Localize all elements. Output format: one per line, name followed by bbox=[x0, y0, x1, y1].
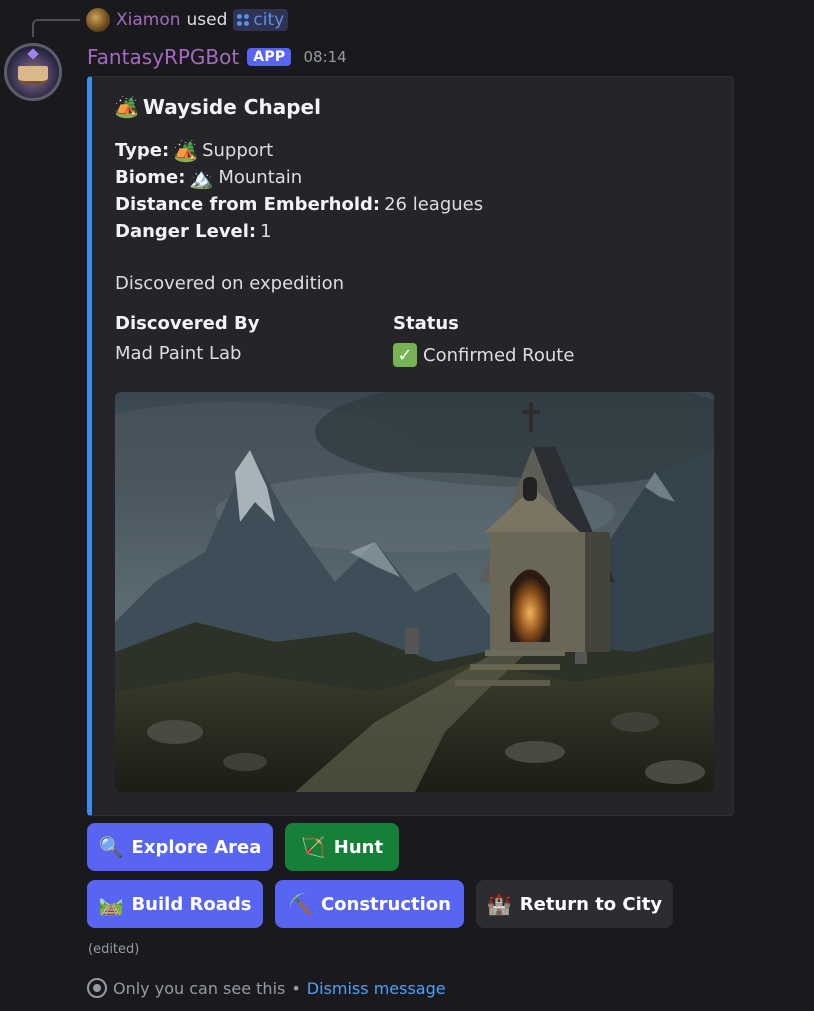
field-value: 26 leagues bbox=[384, 194, 484, 215]
field-value: Support bbox=[202, 140, 274, 161]
field-discovered-by: Discovered By Mad Paint Lab bbox=[115, 313, 260, 364]
location-image[interactable] bbox=[115, 392, 714, 792]
bot-name[interactable]: FantasyRPGBot bbox=[87, 45, 239, 69]
camping-icon: 🏕️ bbox=[114, 95, 139, 119]
field-name: Status bbox=[393, 313, 459, 334]
reply-used-text: used bbox=[186, 10, 228, 30]
build-roads-button[interactable]: 🛤️ Build Roads bbox=[87, 880, 263, 928]
bow-and-arrow-icon: 🏹 bbox=[300, 835, 326, 859]
command-name: city bbox=[253, 10, 285, 30]
explore-area-button[interactable]: 🔍 Explore Area bbox=[87, 823, 273, 871]
status-text: Confirmed Route bbox=[423, 344, 575, 366]
avatar-book bbox=[18, 66, 48, 84]
dismiss-message-link[interactable]: Dismiss message bbox=[307, 979, 446, 998]
camping-icon: 🏕️ bbox=[173, 138, 199, 163]
field-name: Discovered By bbox=[115, 313, 260, 334]
location-embed: 🏕️ Wayside Chapel Type: 🏕️ Support Biome… bbox=[87, 76, 734, 816]
embed-title-text: Wayside Chapel bbox=[142, 95, 321, 119]
field-label: Danger Level: bbox=[115, 221, 257, 242]
field-distance: Distance from Emberhold: 26 leagues bbox=[115, 191, 483, 218]
field-value: 1 bbox=[260, 221, 272, 242]
pick-icon: ⛏️ bbox=[288, 892, 313, 916]
embed-title: 🏕️ Wayside Chapel bbox=[114, 95, 321, 119]
button-label: Hunt bbox=[333, 836, 384, 858]
chapel-painting bbox=[115, 392, 714, 792]
command-reply-header: Xiamon used city bbox=[86, 8, 289, 32]
button-label: Construction bbox=[320, 893, 451, 915]
button-label: Explore Area bbox=[131, 836, 262, 858]
reply-user-avatar[interactable] bbox=[86, 8, 110, 32]
field-label: Distance from Emberhold: bbox=[115, 194, 381, 215]
mountain-icon: 🏔️ bbox=[189, 165, 215, 190]
field-value: ✓ Confirmed Route bbox=[393, 343, 574, 367]
field-label: Type: bbox=[115, 140, 170, 161]
message-timestamp[interactable]: 08:14 bbox=[303, 48, 346, 66]
button-label: Build Roads bbox=[131, 893, 252, 915]
ephemeral-notice: Only you can see this • Dismiss message bbox=[87, 977, 446, 999]
magnifying-glass-icon: 🔍 bbox=[98, 835, 124, 859]
avatar-gem bbox=[27, 48, 39, 60]
reply-connector bbox=[32, 19, 80, 37]
field-label: Biome: bbox=[115, 167, 186, 188]
separator-dot: • bbox=[291, 978, 301, 998]
return-to-city-button[interactable]: 🏰 Return to City bbox=[476, 880, 673, 928]
field-danger-level: Danger Level: 1 bbox=[115, 218, 483, 245]
construction-button[interactable]: ⛏️ Construction bbox=[275, 880, 464, 928]
discoverer-name: Mad Paint Lab bbox=[115, 343, 242, 364]
field-value: Mad Paint Lab bbox=[115, 343, 260, 364]
field-biome: Biome: 🏔️ Mountain bbox=[115, 164, 483, 191]
castle-icon: 🏰 bbox=[486, 892, 512, 916]
hunt-button[interactable]: 🏹 Hunt bbox=[285, 823, 399, 871]
edited-indicator: (edited) bbox=[88, 942, 140, 957]
embed-field-list: Type: 🏕️ Support Biome: 🏔️ Mountain Dist… bbox=[115, 137, 483, 245]
ephemeral-text: Only you can see this bbox=[113, 978, 286, 998]
message-header: FantasyRPGBot APP 08:14 bbox=[87, 42, 347, 72]
field-type: Type: 🏕️ Support bbox=[115, 137, 483, 164]
check-mark-icon: ✓ bbox=[393, 343, 417, 367]
command-chip[interactable]: city bbox=[233, 9, 289, 31]
eye-icon bbox=[87, 978, 107, 998]
embed-description: Discovered on expedition bbox=[115, 273, 345, 294]
button-label: Return to City bbox=[519, 893, 663, 915]
app-badge: APP bbox=[247, 48, 292, 66]
bot-avatar[interactable] bbox=[4, 43, 62, 101]
reply-username[interactable]: Xiamon bbox=[116, 10, 181, 30]
apps-icon bbox=[237, 14, 250, 26]
field-status: Status ✓ Confirmed Route bbox=[393, 313, 574, 367]
field-value: Mountain bbox=[218, 167, 303, 188]
railway-track-icon: 🛤️ bbox=[98, 892, 124, 916]
